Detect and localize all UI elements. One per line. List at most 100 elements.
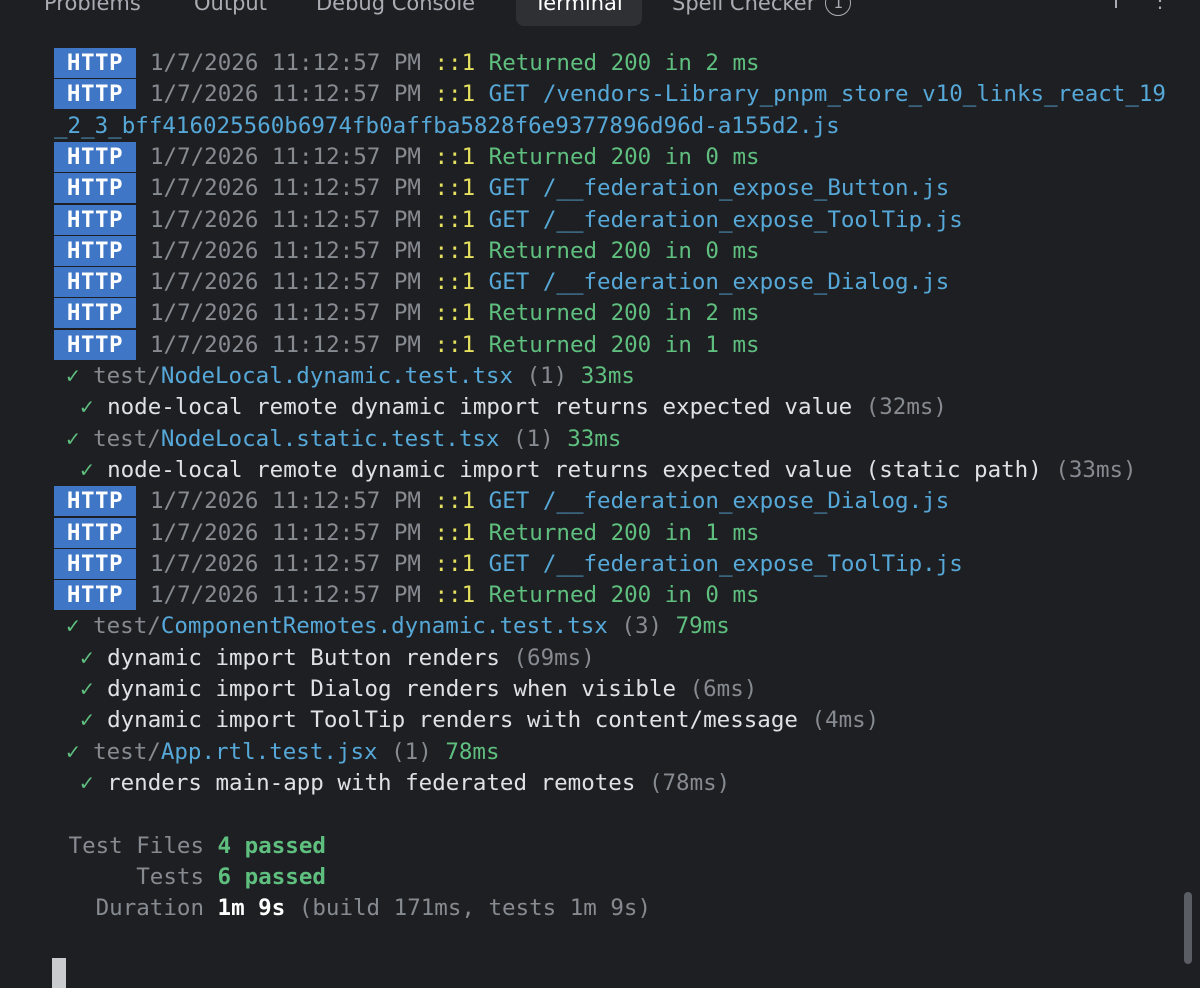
test-file-name: App.rtl.test.jsx — [160, 738, 378, 765]
test-case-duration: (69ms) — [513, 644, 595, 671]
test-case-name: node-local remote dynamic import returns… — [107, 456, 1042, 483]
http-tag-badge: HTTP — [54, 141, 136, 172]
log-address: ::1 — [434, 143, 476, 170]
tab-debug-console[interactable]: Debug Console — [298, 0, 493, 26]
test-case-result: ✓ renders main-app with federated remote… — [80, 768, 730, 799]
test-file-name: ComponentRemotes.dynamic.test.tsx — [160, 613, 608, 640]
check-icon: ✓ — [66, 363, 80, 389]
http-tag-badge: HTTP — [54, 517, 136, 548]
log-timestamp: 1/7/2026 11:12:57 PM — [150, 206, 421, 233]
http-log-line: HTTP 1/7/2026 11:12:57 PM ::1 GET /__fede… — [54, 173, 949, 204]
check-icon: ✓ — [66, 613, 80, 640]
log-timestamp: 1/7/2026 11:12:57 PM — [150, 331, 421, 358]
log-timestamp: 1/7/2026 11:12:57 PM — [150, 582, 421, 609]
summary-test-files: Test Files 4 passed — [0, 831, 326, 862]
check-icon: ✓ — [80, 456, 94, 483]
log-address: ::1 — [434, 550, 476, 577]
test-file-result: ✓ test/NodeLocal.static.test.tsx (1) 33m… — [66, 424, 621, 455]
log-timestamp: 1/7/2026 11:12:57 PM — [150, 81, 421, 108]
log-address: ::1 — [434, 269, 476, 296]
test-case-result: ✓ node-local remote dynamic import retur… — [80, 392, 947, 423]
summary-test-files-label: Test Files — [68, 832, 204, 859]
log-address: ::1 — [434, 488, 476, 515]
http-tag-badge: HTTP — [54, 235, 136, 266]
http-tag-badge: HTTP — [54, 48, 136, 78]
http-log-line: HTTP 1/7/2026 11:12:57 PM ::1 GET /__fede… — [54, 548, 963, 580]
test-case-name: renders main-app with federated remotes — [107, 769, 636, 796]
http-tag-badge: HTTP — [54, 298, 136, 329]
test-file-result: ✓ test/App.rtl.test.jsx (1) 78ms — [66, 737, 500, 768]
problem-count-badge: 1 — [825, 0, 852, 16]
http-log-line: HTTP 1/7/2026 11:12:57 PM ::1 Returned 20… — [54, 235, 760, 267]
log-address: ::1 — [434, 519, 476, 546]
check-icon: ✓ — [80, 769, 94, 796]
log-timestamp: 1/7/2026 11:12:57 PM — [150, 175, 421, 202]
http-tag-badge: HTTP — [54, 79, 136, 110]
log-timestamp: 1/7/2026 11:12:57 PM — [150, 550, 421, 577]
test-case-name: node-local remote dynamic import returns… — [107, 394, 853, 421]
test-file-result: ✓ test/ComponentRemotes.dynamic.test.tsx… — [66, 611, 730, 642]
log-message: Returned 200 in 0 ms — [488, 582, 760, 609]
test-case-duration: (4ms) — [811, 707, 880, 734]
test-count: (3) — [621, 613, 663, 640]
check-icon: ✓ — [66, 425, 80, 452]
log-address: ::1 — [434, 582, 476, 609]
test-file-name: NodeLocal.dynamic.test.tsx — [160, 363, 514, 389]
test-case-duration: (6ms) — [689, 676, 758, 702]
more-actions-icon[interactable]: ⋮ — [1150, 0, 1170, 12]
check-icon: ✓ — [80, 707, 94, 734]
check-icon: ✓ — [66, 738, 80, 765]
log-message: Returned 200 in 2 ms — [488, 50, 760, 76]
panel-tab-bar: Problems Output Debug Console Terminal S… — [0, 0, 1200, 28]
terminal-cursor — [52, 958, 66, 988]
log-message: Returned 200 in 1 ms — [488, 331, 760, 358]
summary-duration-label: Duration — [95, 895, 204, 922]
test-file-duration: 79ms — [675, 613, 730, 640]
http-log-line: HTTP 1/7/2026 11:12:57 PM ::1 Returned 20… — [54, 141, 760, 173]
http-log-line: HTTP 1/7/2026 11:12:57 PM ::1 GET /vendor… — [54, 79, 1166, 110]
tab-problems[interactable]: Problems — [26, 0, 159, 26]
http-log-line: HTTP 1/7/2026 11:12:57 PM ::1 GET /__fede… — [54, 267, 949, 298]
terminal-output[interactable]: HTTP 1/7/2026 11:12:57 PM ::1 Returned 20… — [0, 48, 1200, 988]
log-timestamp: 1/7/2026 11:12:57 PM — [150, 237, 421, 264]
test-case-result: ✓ dynamic import Button renders (69ms) — [80, 643, 595, 674]
summary-duration: Duration 1m 9s (build 171ms, tests 1m 9s… — [0, 893, 651, 924]
terminal-scrollbar[interactable] — [1184, 892, 1192, 964]
http-tag-badge: HTTP — [54, 548, 136, 579]
http-log-line: HTTP 1/7/2026 11:12:57 PM ::1 GET /__fede… — [54, 486, 949, 517]
log-timestamp: 1/7/2026 11:12:57 PM — [150, 519, 421, 546]
test-case-name: dynamic import ToolTip renders with cont… — [107, 707, 798, 734]
check-icon: ✓ — [80, 644, 94, 671]
log-address: ::1 — [434, 206, 476, 233]
log-timestamp: 1/7/2026 11:12:57 PM — [150, 269, 421, 296]
log-address: ::1 — [434, 237, 476, 264]
http-log-line: HTTP 1/7/2026 11:12:57 PM ::1 Returned 20… — [54, 329, 760, 361]
tab-spell-checker-label: Spell Checker — [672, 0, 816, 15]
test-case-duration: (32ms) — [865, 394, 947, 421]
log-timestamp: 1/7/2026 11:12:57 PM — [150, 488, 421, 515]
test-file-duration: 33ms — [580, 363, 635, 389]
log-message: Returned 200 in 1 ms — [488, 519, 760, 546]
http-log-line: HTTP 1/7/2026 11:12:57 PM ::1 Returned 20… — [54, 580, 760, 611]
test-file-name: NodeLocal.static.test.tsx — [160, 425, 500, 452]
tab-terminal[interactable]: Terminal — [516, 0, 642, 26]
test-count: (1) — [513, 425, 554, 452]
test-file-result: ✓ test/NodeLocal.dynamic.test.tsx (1) 33… — [66, 361, 635, 392]
log-address: ::1 — [434, 300, 476, 327]
check-icon: ✓ — [80, 676, 94, 702]
http-tag-badge: HTTP — [54, 329, 136, 360]
tab-output[interactable]: Output — [176, 0, 285, 26]
test-case-result: ✓ dynamic import Dialog renders when vis… — [80, 674, 757, 705]
test-file-dir: test/ — [93, 613, 161, 640]
log-address: ::1 — [434, 81, 476, 108]
log-message: Returned 200 in 2 ms — [488, 300, 760, 327]
summary-tests-value: 6 passed — [217, 863, 326, 890]
test-file-dir: test/ — [93, 363, 161, 389]
log-message: Returned 200 in 0 ms — [488, 237, 760, 264]
http-tag-badge: HTTP — [54, 267, 136, 298]
log-message: GET /__federation_expose_Button.js — [488, 175, 950, 202]
log-message: _2_3_bff416025560b6974fb0affba5828f6e937… — [54, 112, 840, 139]
tab-spell-checker[interactable]: Spell Checker 1 — [654, 0, 869, 26]
test-case-name: dynamic import Dialog renders when visib… — [107, 676, 677, 702]
test-file-dir: test/ — [93, 425, 161, 452]
